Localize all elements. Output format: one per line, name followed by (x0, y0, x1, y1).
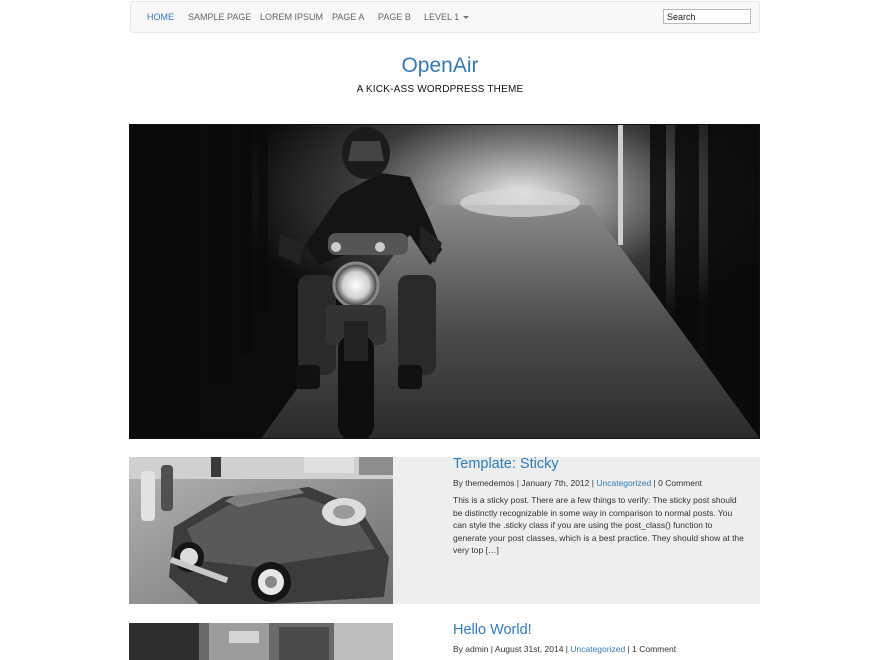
post-body: Hello World! By admin | August 31st, 201… (453, 621, 747, 655)
site-title[interactable]: OpenAir (0, 54, 880, 78)
post-date: August 31st, 2014 (494, 644, 564, 654)
hero-image (129, 124, 760, 439)
post-thumbnail[interactable] (129, 623, 393, 660)
post-meta: By themedemos | January 7th, 2012 | Unca… (453, 478, 747, 489)
post-body: Template: Sticky By themedemos | January… (453, 455, 747, 557)
caret-down-icon (463, 16, 470, 20)
nav-item-sample-page[interactable]: Sample Page (188, 2, 251, 32)
post-meta: By admin | August 31st, 2014 | Uncategor… (453, 644, 747, 655)
nav-item-page-a[interactable]: Page A (332, 2, 364, 32)
nav-item-page-b[interactable]: Page B (378, 2, 411, 32)
nav-item-lorem-ipsum[interactable]: Lorem Ipsum (260, 2, 323, 32)
post-category-link[interactable]: Uncategorized (596, 478, 651, 488)
post-excerpt: This is a sticky post. There are a few t… (453, 495, 744, 555)
nav-item-home[interactable]: Home (147, 2, 174, 32)
post-hello-world: Hello World! By admin | August 31st, 201… (129, 621, 760, 660)
nav-item-level-1-label: Level 1 (424, 12, 460, 22)
search-input[interactable] (663, 9, 751, 24)
site-description: A KICK-ASS WORDPRESS THEME (356, 84, 524, 95)
post-comments[interactable]: 1 Comment (632, 644, 676, 654)
nav-item-level-1[interactable]: Level 1 (424, 2, 470, 32)
post-author: By admin (453, 644, 489, 654)
motorcycle-photo (130, 125, 759, 438)
post-title[interactable]: Template: Sticky (453, 455, 747, 473)
post-sticky: Template: Sticky By themedemos | January… (129, 455, 760, 604)
post-date: January 7th, 2012 (521, 478, 590, 488)
post-author: By themedemos (453, 478, 515, 488)
post-title[interactable]: Hello World! (453, 621, 747, 639)
street-photo (129, 623, 393, 660)
car-photo (129, 457, 393, 604)
top-navbar: Home Sample Page Lorem Ipsum Page A Page… (130, 1, 760, 33)
post-thumbnail[interactable] (129, 457, 393, 604)
post-category-link[interactable]: Uncategorized (570, 644, 625, 654)
post-comments[interactable]: 0 Comment (658, 478, 702, 488)
